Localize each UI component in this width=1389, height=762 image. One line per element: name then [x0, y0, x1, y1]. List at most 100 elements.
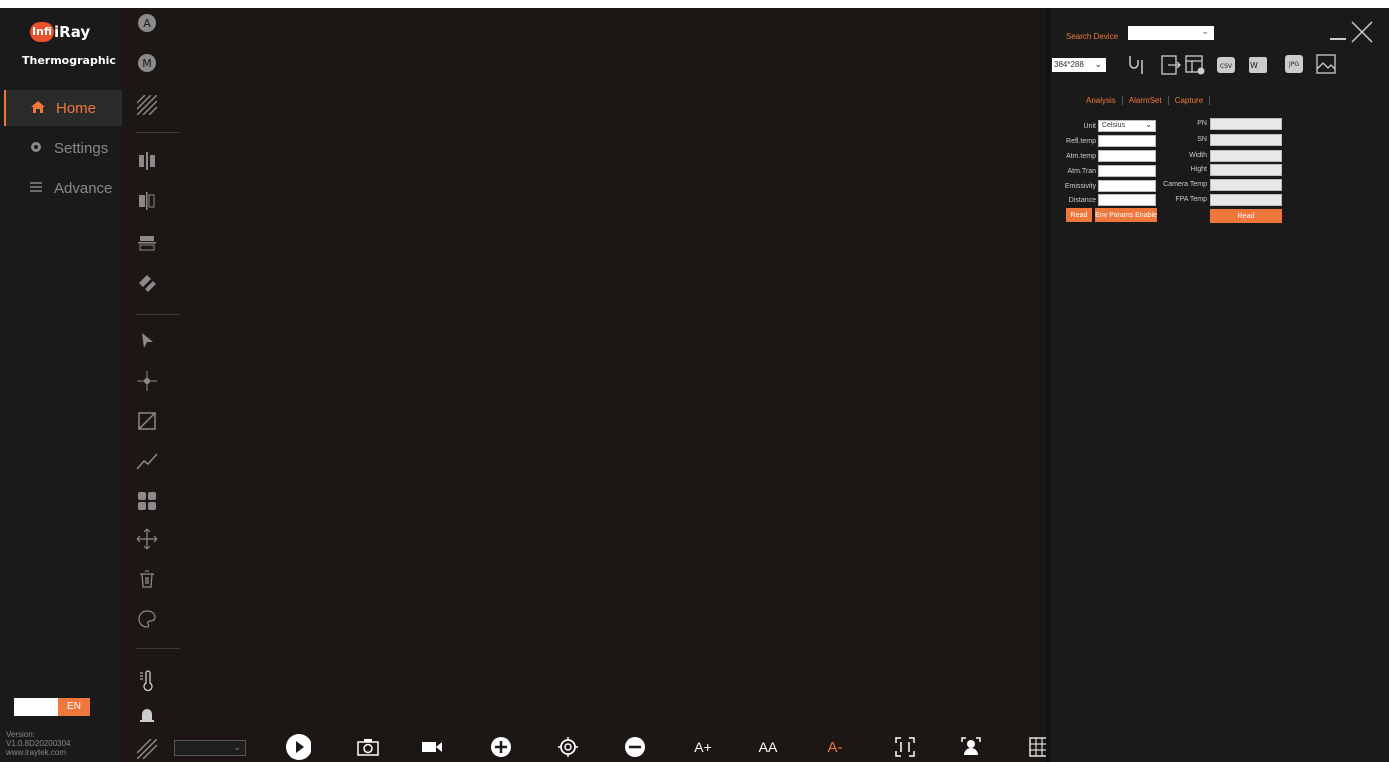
image-icon[interactable]: [1316, 54, 1336, 74]
language-label: EN: [58, 698, 90, 716]
pointer-icon[interactable]: [136, 330, 158, 352]
divider: [136, 314, 180, 315]
chevron-down-icon: ⌄: [233, 742, 241, 752]
env-params-enable-button[interactable]: Env Params Enable: [1095, 208, 1157, 222]
chevron-down-icon: ⌄: [1094, 59, 1102, 69]
tab-alarmset[interactable]: AlarmSet: [1123, 96, 1169, 105]
home-icon: [28, 100, 48, 117]
auto-mode-icon[interactable]: A: [136, 12, 158, 34]
field-label: Unit: [1083, 123, 1096, 130]
fpa-temp-field[interactable]: [1210, 194, 1282, 206]
device-select[interactable]: ⌄: [1128, 26, 1214, 40]
font-increase-button[interactable]: A+: [690, 734, 716, 760]
manual-mode-icon[interactable]: M: [136, 52, 158, 74]
field-label: PN: [1197, 120, 1207, 127]
search-device-label: Search Device: [1066, 32, 1119, 41]
field-label: Atm.temp: [1066, 153, 1096, 160]
palette-icon[interactable]: [136, 608, 158, 630]
gear-icon: [26, 140, 46, 157]
nav-settings-label: Settings: [54, 139, 109, 157]
unit-select[interactable]: Celsius ⌄: [1098, 120, 1156, 132]
font-decrease-button[interactable]: A-: [822, 734, 848, 760]
field-label: Hight: [1190, 166, 1207, 173]
zoom-out-icon[interactable]: [622, 734, 648, 760]
frame-icon[interactable]: [892, 734, 918, 760]
sidebar: Infi iRay Thermographic Home Settings Adv…: [0, 8, 122, 762]
pn-field[interactable]: [1210, 118, 1282, 130]
divider: [136, 132, 180, 133]
nav-home[interactable]: Home: [4, 90, 122, 126]
thermometer-icon[interactable]: [136, 670, 158, 692]
area-tool-icon[interactable]: [136, 410, 158, 432]
website: www.iraytek.com: [6, 748, 67, 757]
refl-temp-input[interactable]: [1098, 135, 1156, 147]
hatch-settings-icon[interactable]: [136, 738, 158, 760]
diagonal-icon[interactable]: [136, 272, 158, 294]
width-field[interactable]: [1210, 150, 1282, 162]
field-label: Emissivity: [1064, 183, 1096, 190]
font-fit-button[interactable]: AA: [755, 734, 781, 760]
read-device-button[interactable]: Read: [1210, 209, 1282, 223]
table-settings-icon[interactable]: [1184, 54, 1206, 76]
video-icon[interactable]: [419, 734, 445, 760]
align-left-icon[interactable]: [136, 190, 158, 212]
jpg-icon[interactable]: JPG: [1284, 54, 1304, 74]
version-label: Version:: [6, 730, 35, 739]
person-icon[interactable]: [958, 734, 984, 760]
tab-analysis[interactable]: Analysis: [1080, 96, 1123, 105]
language-toggle[interactable]: EN: [14, 698, 90, 716]
nav-home-label: Home: [56, 99, 97, 117]
distance-input[interactable]: [1098, 194, 1156, 206]
unit-value: Celsius: [1102, 122, 1125, 129]
chevron-down-icon: ⌄: [1201, 26, 1209, 36]
align-center-icon[interactable]: [136, 150, 158, 172]
logo: Infi iRay: [30, 22, 110, 44]
nav-advance[interactable]: Advance: [4, 170, 120, 206]
field-label: SN: [1197, 136, 1207, 143]
palette-select[interactable]: ⌄: [174, 740, 246, 756]
analysis-tabs: Analysis AlarmSet Capture: [1080, 96, 1211, 105]
hatch-icon[interactable]: [136, 94, 158, 116]
play-button[interactable]: [285, 734, 311, 760]
grid-icon[interactable]: [136, 490, 158, 512]
atm-temp-input[interactable]: [1098, 150, 1156, 162]
camera-icon[interactable]: [355, 734, 381, 760]
svg-text:M: M: [142, 57, 152, 70]
close-icon[interactable]: [1350, 20, 1374, 44]
field-label: Distance: [1068, 197, 1096, 204]
target-icon[interactable]: [555, 734, 581, 760]
point-tool-icon[interactable]: [136, 370, 158, 392]
sliders-icon: [26, 180, 46, 197]
usb-icon[interactable]: [1126, 54, 1148, 76]
export-icon[interactable]: [1160, 54, 1182, 76]
read-button[interactable]: Read: [1066, 208, 1092, 222]
field-label: Camera Temp: [1163, 181, 1207, 188]
trash-icon[interactable]: [136, 568, 158, 590]
resolution-value: 384*288: [1054, 60, 1084, 69]
atm-tran-input[interactable]: [1098, 165, 1156, 177]
logo-badge: Infi: [30, 22, 54, 42]
line-tool-icon[interactable]: [136, 450, 158, 472]
version-info: Version: V1.0.8D20200304 www.iraytek.com: [6, 730, 71, 757]
hight-field[interactable]: [1210, 164, 1282, 176]
alarm-icon[interactable]: [136, 704, 158, 726]
app-window: Infi iRay Thermographic Home Settings Adv…: [0, 8, 1389, 762]
minimize-icon[interactable]: [1330, 38, 1346, 40]
word-icon[interactable]: W: [1248, 56, 1268, 74]
csv-icon[interactable]: CSV: [1216, 56, 1236, 74]
align-horizontal-icon[interactable]: [136, 232, 158, 254]
svg-text:JPG: JPG: [1288, 61, 1299, 68]
resolution-select[interactable]: 384*288 ⌄: [1052, 58, 1106, 72]
nav-settings[interactable]: Settings: [4, 130, 120, 166]
field-label: FPA Temp: [1175, 196, 1207, 203]
tab-capture[interactable]: Capture: [1169, 96, 1211, 105]
move-icon[interactable]: [136, 528, 158, 550]
field-label: Width: [1189, 152, 1207, 159]
camera-temp-field[interactable]: [1210, 179, 1282, 191]
logo-name: iRay: [54, 23, 91, 41]
field-label: Atm.Tran: [1067, 168, 1096, 175]
emissivity-input[interactable]: [1098, 180, 1156, 192]
svg-text:W: W: [1250, 61, 1258, 70]
zoom-in-icon[interactable]: [488, 734, 514, 760]
sn-field[interactable]: [1210, 134, 1282, 146]
